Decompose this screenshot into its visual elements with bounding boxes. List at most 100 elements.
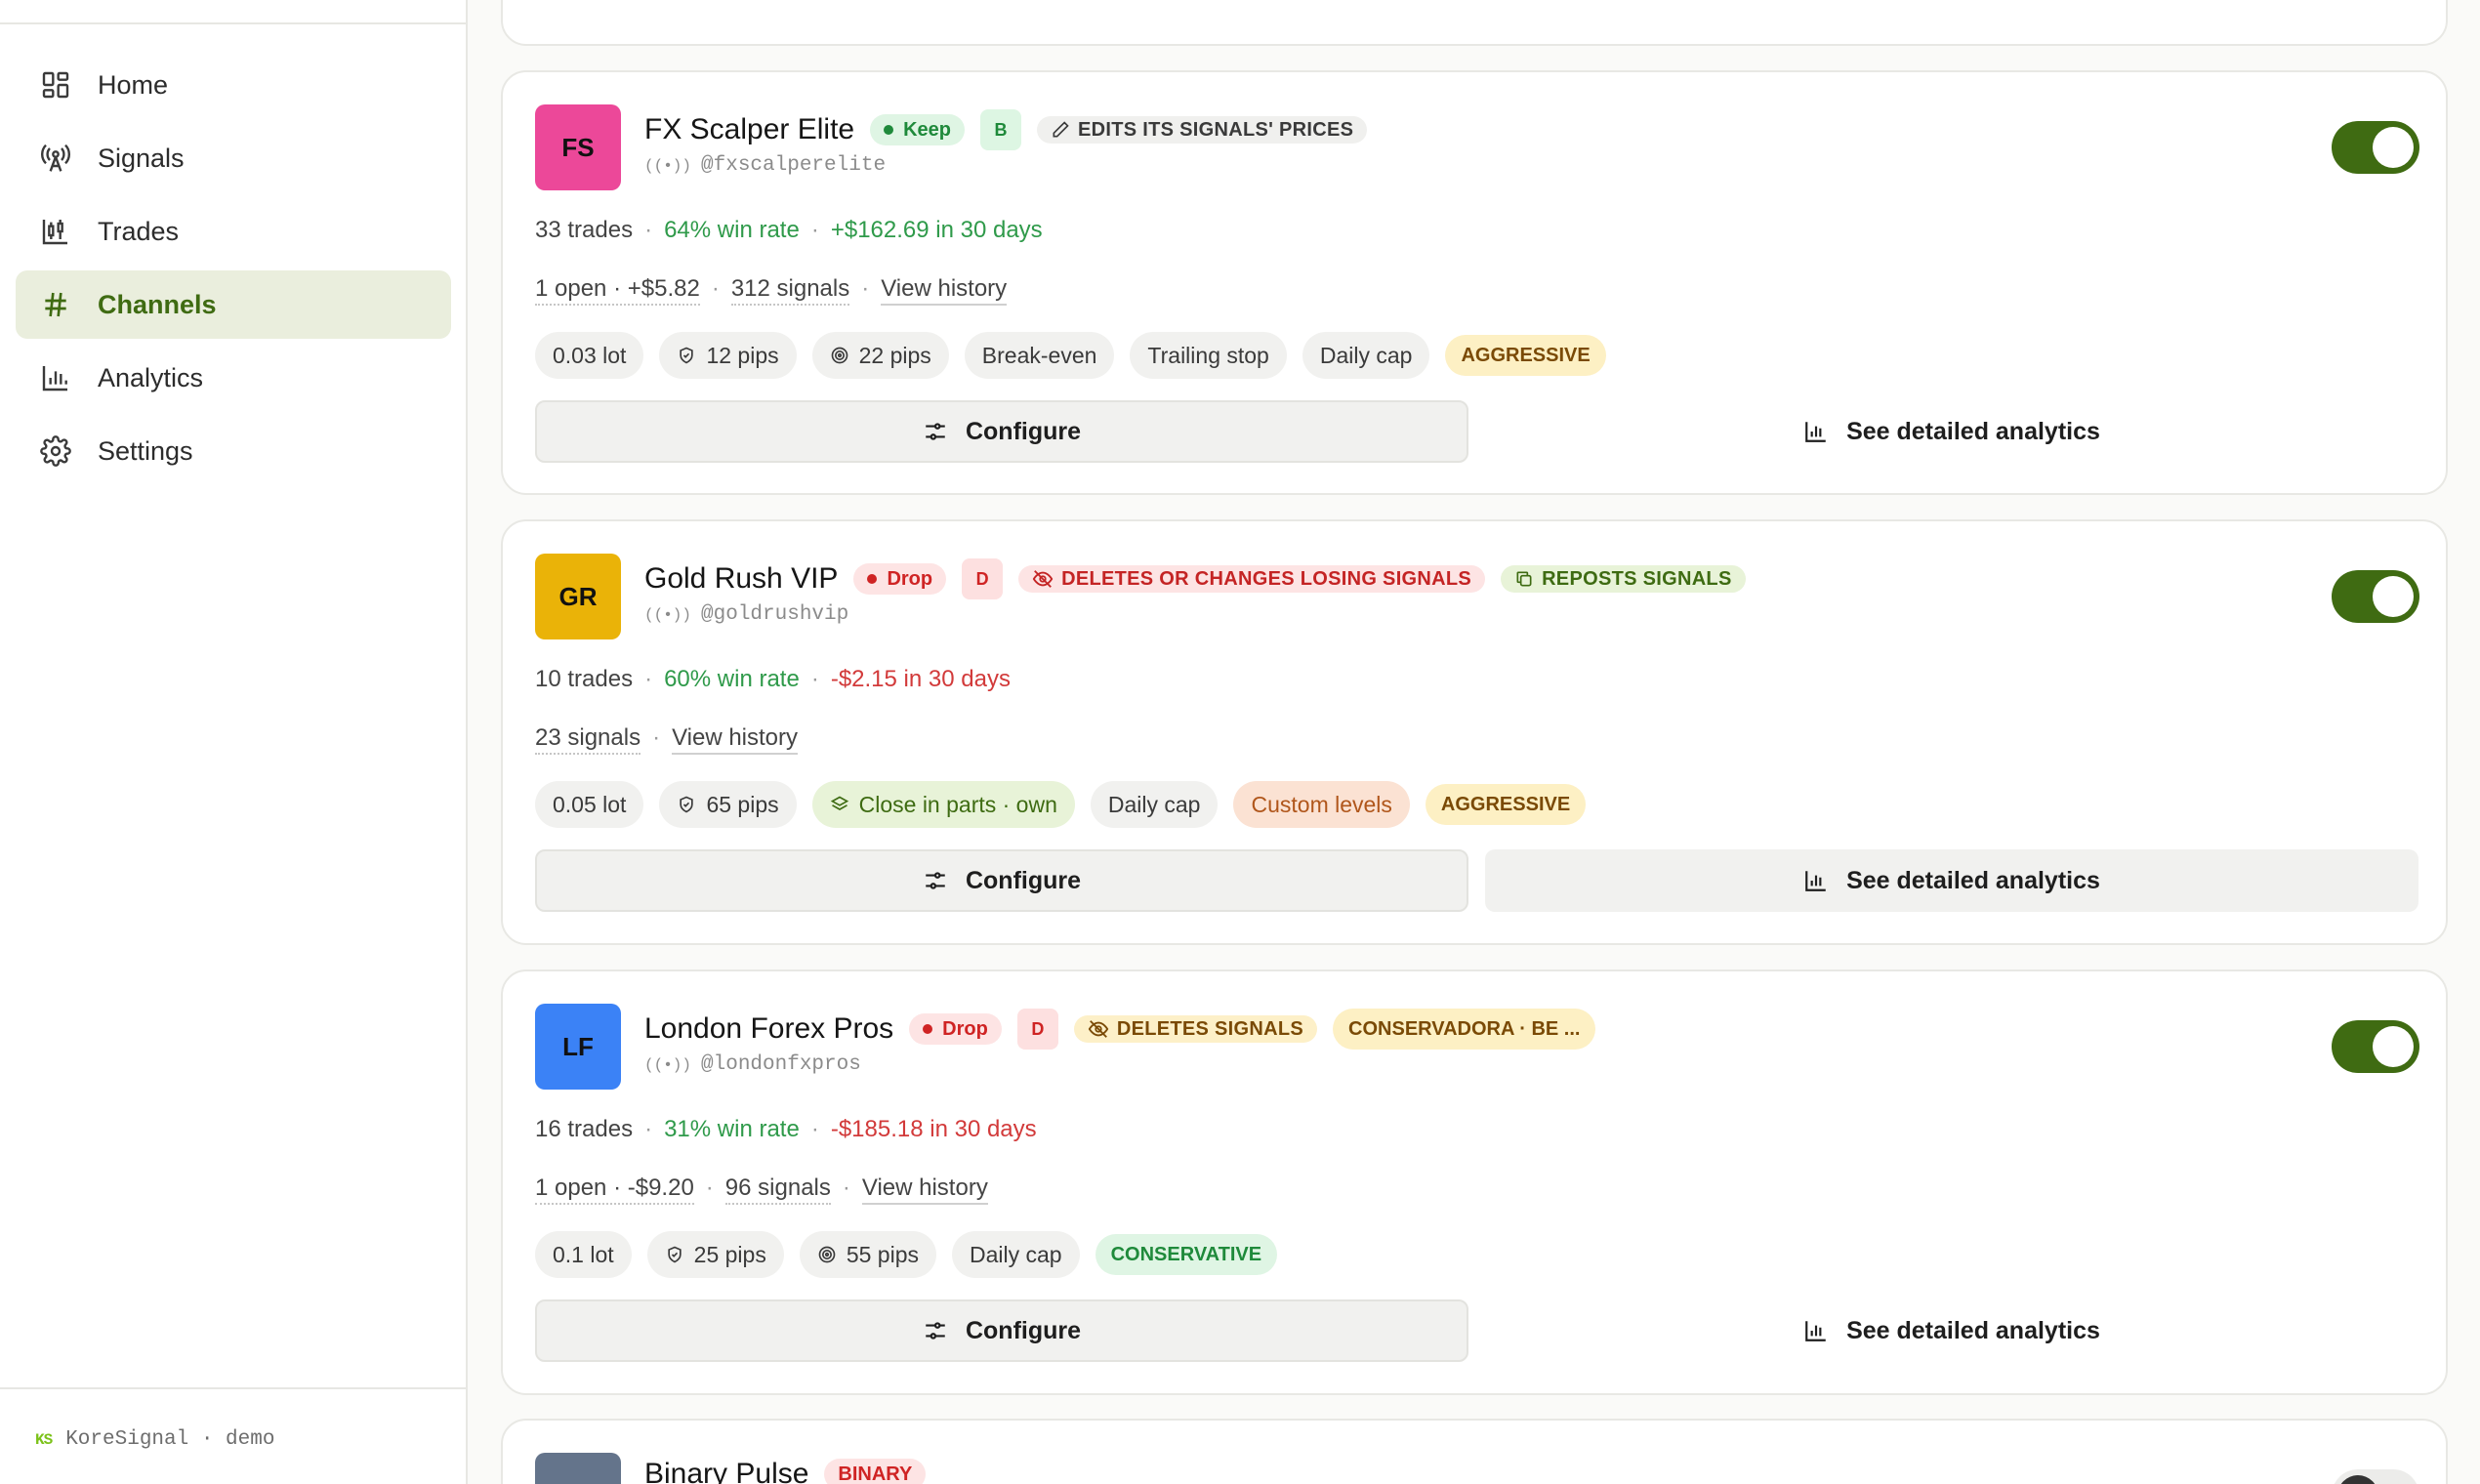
shield-icon (680, 796, 694, 813)
channel-stats: 10 trades · 60% win rate · -$2.15 in 30 days (535, 666, 1011, 692)
daily-cap-chip: Daily cap (1302, 332, 1430, 379)
sidebar-item-signals[interactable]: Signals (16, 124, 451, 192)
break-even-chip: Break-even (964, 332, 1115, 379)
broadcast-icon: ((•)) (644, 1055, 692, 1074)
channel-card: GR Gold Rush VIP Drop D DELETES OR CHANG… (501, 519, 2448, 945)
channel-handle: ((•)) @londonfxpros (644, 1053, 861, 1076)
custom-levels-chip: Custom levels (1233, 781, 1410, 828)
configure-button[interactable]: Configure (535, 1299, 1468, 1362)
channel-header: FX Scalper Elite Keep B EDITS ITS SIGNAL… (644, 109, 1368, 150)
risk-badge: CONSERVATIVE (1095, 1234, 1278, 1275)
bar-chart-icon (1805, 871, 1826, 891)
stop-loss-chip: 25 pips (646, 1231, 784, 1278)
sidebar-item-label: Settings (98, 435, 193, 466)
channel-toggle[interactable] (2332, 1469, 2419, 1484)
daily-cap-chip: Daily cap (1090, 781, 1219, 828)
daily-cap-chip: Daily cap (952, 1231, 1080, 1278)
lot-chip: 0.1 lot (535, 1231, 632, 1278)
view-history-link[interactable]: View history (861, 1175, 988, 1205)
configure-button[interactable]: Configure (535, 849, 1468, 912)
brand: KS KoreSignal · demo (35, 1428, 274, 1451)
close-in-parts-chip: Close in parts · own (811, 781, 1075, 828)
bar-chart-icon (1805, 1321, 1826, 1341)
analytics-button[interactable]: See detailed analytics (1485, 1299, 2418, 1362)
sidebar-item-channels[interactable]: Channels (16, 270, 451, 339)
open-positions: 1 open · +$5.82 (535, 275, 700, 306)
channel-header: Gold Rush VIP Drop D DELETES OR CHANGES … (644, 558, 1746, 599)
channel-avatar: GR (535, 554, 621, 639)
channel-card: FS FX Scalper Elite Keep B EDITS ITS SIG… (501, 70, 2448, 495)
target-icon (818, 1246, 836, 1263)
eye-off-icon (1088, 1020, 1109, 1038)
configure-button[interactable]: Configure (535, 400, 1468, 463)
trailing-stop-chip: Trailing stop (1130, 332, 1287, 379)
analytics-button[interactable]: See detailed analytics (1485, 849, 2418, 912)
pencil-icon (1053, 121, 1069, 138)
channel-name: Gold Rush VIP (644, 562, 839, 595)
verdict-badge: Drop (853, 563, 947, 595)
brand-text: KoreSignal · demo (65, 1428, 275, 1451)
grade-badge: D (962, 558, 1004, 599)
sliders-icon (926, 423, 945, 440)
risk-badge: AGGRESSIVE (1445, 335, 1606, 376)
signals-count: 312 signals (730, 275, 850, 306)
signals-count: 23 signals (535, 724, 641, 755)
verdict-badge: Keep (870, 114, 965, 145)
channel-card: Binary Pulse BINARY (501, 1419, 2448, 1484)
sidebar-item-settings[interactable]: Settings (16, 417, 451, 485)
strategy-badge: CONSERVADORA · BE ... (1333, 1009, 1596, 1050)
settings-chips: 0.03 lot 12 pips 22 pips Break-even Trai… (535, 332, 1606, 379)
channel-handle: ((•)) @goldrushvip (644, 603, 849, 626)
grade-badge: D (1016, 1009, 1058, 1050)
channel-avatar (535, 1453, 621, 1484)
gear-icon (39, 434, 72, 468)
sidebar-item-label: Home (98, 69, 169, 100)
target-icon (831, 347, 847, 364)
channel-meta: 1 open · -$9.20 · 96 signals · View history (535, 1175, 988, 1205)
channel-header: London Forex Pros Drop D DELETES SIGNALS… (644, 1009, 1596, 1050)
shield-icon (680, 347, 694, 364)
sliders-icon (926, 1322, 945, 1340)
brand-logo: KS (35, 1430, 53, 1449)
behavior-flag: DELETES OR CHANGES LOSING SIGNALS (1018, 565, 1486, 593)
channel-meta: 1 open · +$5.82 · 312 signals · View history (535, 275, 1008, 306)
broadcast-icon: ((•)) (644, 605, 692, 624)
settings-chips: 0.1 lot 25 pips 55 pips Daily cap CONSER… (535, 1231, 1278, 1278)
channel-name: FX Scalper Elite (644, 113, 855, 145)
channel-header: Binary Pulse BINARY (644, 1458, 927, 1484)
lot-chip: 0.03 lot (535, 332, 644, 379)
sidebar-item-label: Analytics (98, 362, 204, 392)
sliders-icon (926, 872, 945, 889)
candlestick-icon (39, 215, 72, 248)
risk-badge: AGGRESSIVE (1425, 784, 1587, 825)
hash-icon (39, 288, 72, 321)
channel-name: Binary Pulse (644, 1458, 809, 1484)
bar-chart-icon (1805, 422, 1826, 442)
channel-toggle[interactable] (2332, 570, 2419, 623)
channel-card (501, 0, 2448, 46)
channel-toggle[interactable] (2332, 121, 2419, 174)
sidebar-item-analytics[interactable]: Analytics (16, 344, 451, 412)
view-history-link[interactable]: View history (672, 724, 799, 755)
settings-chips: 0.05 lot 65 pips Close in parts · own Da… (535, 781, 1587, 828)
broadcast-icon: ((•)) (644, 156, 692, 175)
stop-loss-chip: 12 pips (659, 332, 797, 379)
sidebar-item-trades[interactable]: Trades (16, 197, 451, 266)
channel-stats: 33 trades · 64% win rate · +$162.69 in 30 da… (535, 217, 1043, 243)
layers-icon (830, 796, 848, 810)
sidebar-item-home[interactable]: Home (16, 51, 451, 119)
grid-icon (39, 68, 72, 102)
analytics-button[interactable]: See detailed analytics (1485, 400, 2418, 463)
open-positions: 1 open · -$9.20 (535, 1175, 694, 1205)
channel-stats: 16 trades · 31% win rate · -$185.18 in 30 da… (535, 1116, 1037, 1142)
eye-off-icon (1032, 570, 1054, 588)
verdict-badge: Drop (909, 1013, 1002, 1045)
view-history-link[interactable]: View history (881, 275, 1008, 306)
sidebar-divider (0, 22, 466, 24)
channel-handle: ((•)) @fxscalperelite (644, 154, 887, 177)
behavior-flag: DELETES SIGNALS (1073, 1015, 1318, 1043)
channel-name: London Forex Pros (644, 1012, 894, 1045)
sidebar-footer: KS KoreSignal · demo (0, 1387, 466, 1484)
channel-toggle[interactable] (2332, 1020, 2419, 1073)
stop-loss-chip: 65 pips (659, 781, 797, 828)
